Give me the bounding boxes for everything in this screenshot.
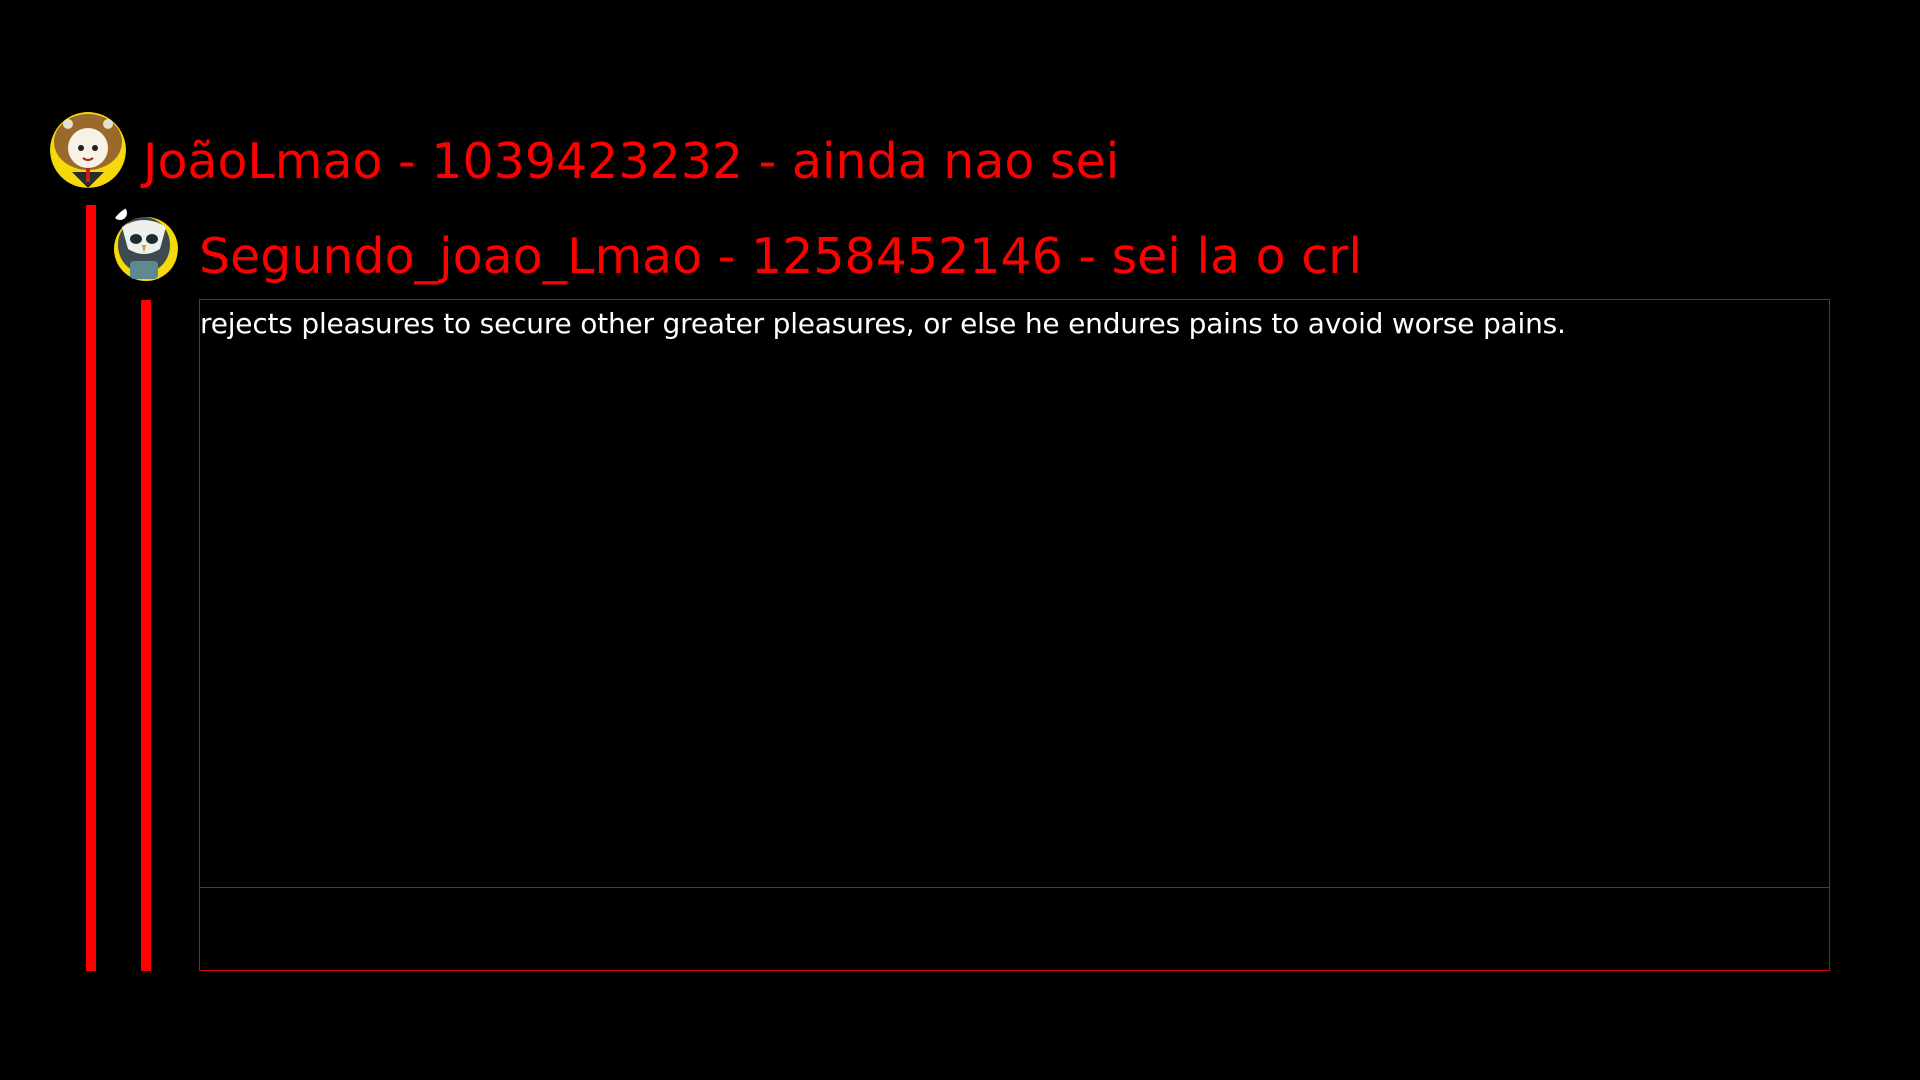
reply-post-heading: Segundo_joao_Lmao - 1258452146 - sei la …: [199, 228, 1362, 285]
avatar-2-art: [113, 206, 178, 281]
avatar-1-art: [50, 112, 126, 188]
reply-message-text: rejects pleasures to secure other greate…: [200, 307, 1566, 340]
reply-message-box: rejects pleasures to secure other greate…: [199, 299, 1830, 888]
owl-masked-avatar-icon[interactable]: [108, 205, 178, 283]
reply-footer-box[interactable]: [199, 888, 1830, 971]
parent-post-heading: JoãoLmao - 1039423232 - ainda nao sei: [143, 133, 1120, 190]
lion-hooded-avatar-icon[interactable]: [50, 112, 126, 188]
reply-thread-line[interactable]: [141, 300, 151, 971]
thread-view: JoãoLmao - 1039423232 - ainda nao sei Se…: [0, 0, 1920, 1080]
parent-thread-line[interactable]: [86, 205, 96, 971]
